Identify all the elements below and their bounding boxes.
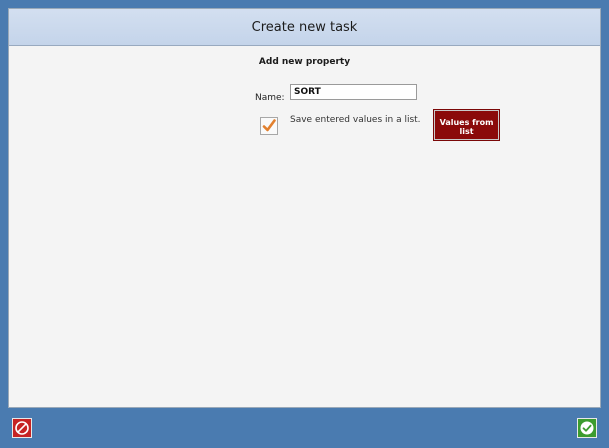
checkmark-icon <box>262 119 276 132</box>
dialog-title: Create new task <box>9 9 600 46</box>
prohibited-icon <box>15 421 29 435</box>
confirm-button[interactable] <box>577 418 597 438</box>
create-task-dialog: Create new task Add new property Name: S… <box>8 8 601 408</box>
app-window: Create new task Add new property Name: S… <box>0 0 609 448</box>
bottom-toolbar <box>0 408 609 448</box>
save-values-checkbox[interactable] <box>260 117 278 135</box>
name-input[interactable] <box>290 84 417 100</box>
section-heading: Add new property <box>258 57 351 67</box>
cancel-button[interactable] <box>12 418 32 438</box>
checkmark-icon <box>580 421 594 435</box>
save-values-label: Save entered values in a list. <box>290 115 421 125</box>
values-from-list-button[interactable]: Values from list <box>434 110 499 140</box>
name-label: Name: <box>255 93 285 103</box>
